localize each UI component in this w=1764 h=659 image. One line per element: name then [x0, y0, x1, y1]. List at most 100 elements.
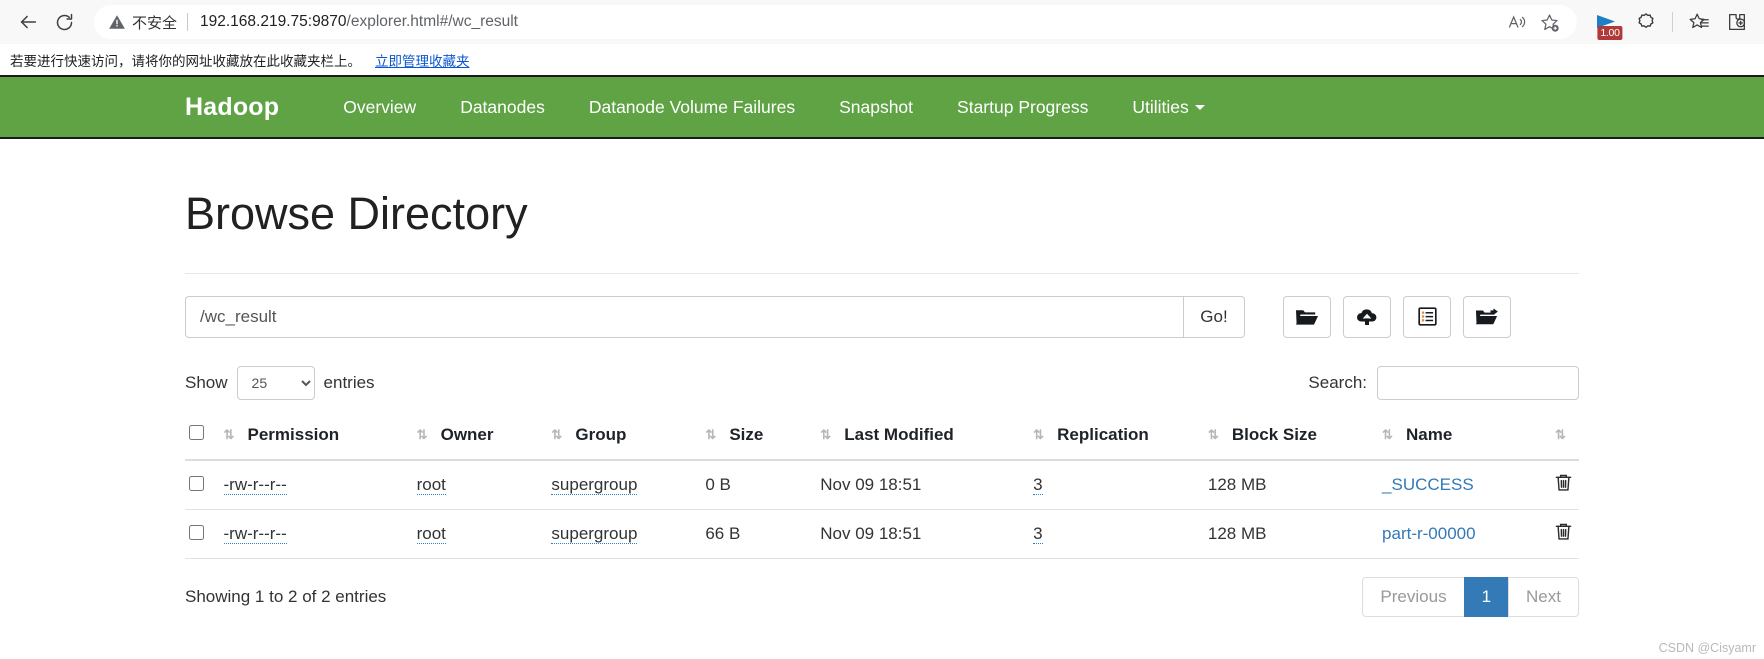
url-host: 192.168.219.75:9870 — [200, 13, 347, 30]
table-body: -rw-r--r-- root supergroup 0 B Nov 09 18… — [185, 459, 1579, 559]
directory-action-buttons — [1283, 295, 1511, 338]
nav-item-datanode-volume-failures[interactable]: Datanode Volume Failures — [567, 97, 817, 118]
column-header-permission[interactable]: ⇅ Permission — [223, 413, 417, 461]
sort-icon: ⇅ — [416, 427, 428, 443]
main-nav: Overview Datanodes Datanode Volume Failu… — [321, 97, 1227, 118]
manage-favorites-link[interactable]: 立即管理收藏夹 — [375, 50, 470, 70]
permission-link[interactable]: -rw-r--r-- — [223, 523, 287, 544]
owner-link[interactable]: root — [416, 474, 446, 495]
datatable-footer: Showing 1 to 2 of 2 entries Previous 1 N… — [185, 576, 1579, 617]
security-label: 不安全 — [132, 14, 178, 32]
cell-actions — [1555, 509, 1579, 559]
table-head: ⇅ Permission ⇅ Owner ⇅ Group ⇅ Size ⇅ Last Mo… — [185, 413, 1579, 461]
cell-replication: 3 — [1033, 509, 1208, 559]
owner-link[interactable]: root — [416, 523, 446, 544]
column-label-replication: Replication — [1057, 424, 1149, 444]
path-input-group: Go! — [185, 295, 1245, 338]
column-header-actions[interactable]: ⇅ — [1555, 413, 1579, 461]
file-name-link[interactable]: part-r-00000 — [1382, 524, 1476, 543]
nav-item-utilities[interactable]: Utilities — [1110, 97, 1226, 118]
pagination-page-1[interactable]: 1 — [1463, 576, 1510, 617]
sort-icon: ⇅ — [820, 427, 832, 443]
search-input[interactable] — [1377, 365, 1579, 400]
cut-paste-button[interactable] — [1463, 295, 1511, 338]
column-header-name[interactable]: ⇅ Name — [1382, 413, 1555, 461]
column-label-group: Group — [575, 424, 627, 444]
select-all-checkbox[interactable] — [189, 424, 204, 440]
tail-file-button[interactable] — [1403, 295, 1451, 338]
hadoop-brand[interactable]: Hadoop — [185, 93, 279, 122]
datatable-controls: Show 25 50 100 entries Search: — [185, 365, 1579, 400]
directory-path-input[interactable] — [185, 295, 1183, 338]
sort-asc-icon: ⇅ — [223, 427, 235, 443]
file-name-link[interactable]: _SUCCESS — [1382, 475, 1474, 494]
trash-icon[interactable] — [1555, 474, 1572, 496]
trash-icon[interactable] — [1555, 523, 1572, 545]
column-header-group[interactable]: ⇅ Group — [551, 413, 706, 461]
list-tasks-icon — [1417, 307, 1437, 326]
search-control: Search: — [1308, 365, 1579, 400]
sort-icon: ⇅ — [551, 427, 563, 443]
chevron-down-icon — [1194, 105, 1205, 111]
cell-name: part-r-00000 — [1382, 509, 1555, 559]
url-text: 192.168.219.75:9870/explorer.html#/wc_re… — [200, 13, 1495, 31]
replication-link[interactable]: 3 — [1033, 474, 1043, 495]
pagination-next[interactable]: Next — [1508, 576, 1579, 617]
column-header-replication[interactable]: ⇅ Replication — [1033, 413, 1208, 461]
reload-button[interactable] — [46, 4, 82, 40]
cell-block-size: 128 MB — [1207, 459, 1383, 510]
column-header-size[interactable]: ⇅ Size — [705, 413, 821, 461]
column-label-name: Name — [1406, 424, 1453, 444]
cell-owner: root — [416, 459, 552, 510]
page-length-control: Show 25 50 100 entries — [185, 365, 375, 400]
nav-item-utilities-label: Utilities — [1132, 96, 1189, 117]
column-header-last-modified[interactable]: ⇅ Last Modified — [820, 413, 1034, 461]
group-link[interactable]: supergroup — [551, 474, 638, 495]
path-bar-row: Go! — [185, 295, 1579, 338]
column-header-owner[interactable]: ⇅ Owner — [416, 413, 552, 461]
column-label-block-size: Block Size — [1231, 424, 1317, 444]
replication-link[interactable]: 3 — [1033, 523, 1043, 544]
back-button[interactable] — [10, 4, 46, 40]
zoom-indicator-button[interactable]: 1.00 — [1591, 5, 1625, 40]
read-aloud-icon[interactable] — [1503, 8, 1531, 36]
address-bar[interactable]: 不安全 192.168.219.75:9870/explorer.html#/w… — [94, 5, 1577, 39]
table-header-row: ⇅ Permission ⇅ Owner ⇅ Group ⇅ Size ⇅ Last Mo… — [185, 413, 1579, 461]
entries-label: entries — [323, 372, 375, 392]
group-link[interactable]: supergroup — [551, 523, 638, 544]
row-checkbox[interactable] — [189, 476, 204, 491]
show-label: Show — [185, 372, 228, 392]
search-label: Search: — [1308, 372, 1367, 392]
nav-item-startup-progress[interactable]: Startup Progress — [935, 97, 1110, 118]
toolbar-divider — [1672, 12, 1673, 32]
page-container: Browse Directory Go! — [0, 189, 1764, 617]
cloud-upload-icon — [1356, 308, 1377, 325]
upload-files-button[interactable] — [1343, 295, 1391, 338]
page-length-select[interactable]: 25 50 100 — [236, 365, 315, 400]
favorites-star-list-icon[interactable] — [1682, 5, 1716, 39]
cell-group: supergroup — [551, 509, 706, 559]
pagination-previous[interactable]: Previous — [1362, 576, 1465, 617]
row-select-cell — [185, 459, 224, 510]
sort-icon: ⇅ — [1382, 427, 1393, 443]
row-select-cell — [185, 509, 224, 559]
permission-link[interactable]: -rw-r--r-- — [223, 474, 287, 495]
title-divider — [185, 272, 1579, 274]
star-plus-icon[interactable] — [1535, 8, 1563, 36]
nav-item-snapshot[interactable]: Snapshot — [817, 97, 935, 118]
create-directory-button[interactable] — [1283, 295, 1331, 338]
cell-last-modified: Nov 09 18:51 — [820, 459, 1034, 510]
collections-icon[interactable] — [1629, 5, 1663, 39]
bookmark-bar: 若要进行快速访问，请将你的网址收藏放在此收藏夹栏上。 立即管理收藏夹 — [0, 44, 1764, 75]
column-header-block-size[interactable]: ⇅ Block Size — [1207, 413, 1383, 461]
column-label-size: Size — [729, 424, 764, 444]
nav-item-datanodes[interactable]: Datanodes — [438, 97, 567, 118]
extensions-puzzle-icon[interactable] — [1720, 5, 1754, 39]
cell-size: 0 B — [705, 459, 821, 510]
cell-actions — [1555, 459, 1579, 510]
go-button[interactable]: Go! — [1183, 295, 1245, 338]
row-checkbox[interactable] — [189, 525, 204, 540]
security-indicator[interactable]: 不安全 — [108, 12, 187, 33]
nav-item-overview[interactable]: Overview — [321, 97, 438, 118]
directory-table: ⇅ Permission ⇅ Owner ⇅ Group ⇅ Size ⇅ Last Mo… — [185, 413, 1579, 559]
